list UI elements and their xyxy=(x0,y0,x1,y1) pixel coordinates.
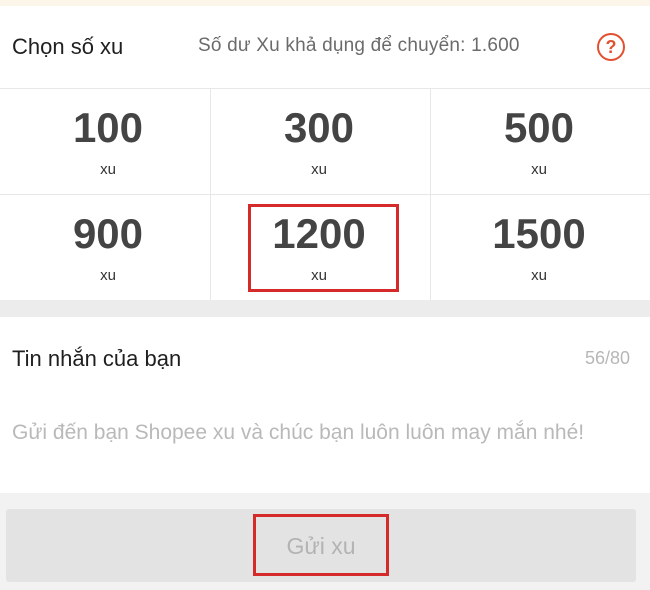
send-button-highlight xyxy=(253,514,389,576)
grid-divider xyxy=(0,194,650,195)
coin-amount: 100 xyxy=(72,104,144,151)
selected-option-highlight xyxy=(248,204,399,292)
section-title: Chọn số xu xyxy=(12,34,124,59)
coin-option-300[interactable]: 300 xu xyxy=(211,89,427,194)
coin-amount: 300 xyxy=(283,104,355,151)
coin-option-100[interactable]: 100 xu xyxy=(0,89,216,194)
coin-amount: 500 xyxy=(503,104,575,151)
coin-select-header: Chọn số xu Số dư Xu khả dụng để chuyển: … xyxy=(0,6,650,88)
coin-amount: 1500 xyxy=(492,210,586,257)
section-divider xyxy=(0,300,650,317)
message-title: Tin nhắn của bạn xyxy=(12,346,182,371)
grid-divider xyxy=(430,89,431,301)
available-balance: Số dư Xu khả dụng để chuyển: 1.600 xyxy=(198,35,520,56)
coin-unit: xu xyxy=(100,267,116,284)
coin-unit: xu xyxy=(311,161,327,178)
coin-unit: xu xyxy=(531,267,547,284)
grid-divider xyxy=(210,89,211,301)
coin-amount: 900 xyxy=(72,210,144,257)
message-section: Tin nhắn của bạn 56/80 Gửi đến bạn Shope… xyxy=(0,317,650,493)
coin-option-900[interactable]: 900 xu xyxy=(0,195,216,300)
coin-unit: xu xyxy=(100,161,116,178)
coin-unit: xu xyxy=(531,161,547,178)
coin-option-500[interactable]: 500 xu xyxy=(431,89,647,194)
help-circle-icon[interactable]: ? xyxy=(597,33,625,61)
character-counter: 56/80 xyxy=(584,348,630,368)
message-input[interactable]: Gửi đến bạn Shopee xu và chúc bạn luôn l… xyxy=(12,417,612,449)
coin-option-1500[interactable]: 1500 xu xyxy=(431,195,647,300)
